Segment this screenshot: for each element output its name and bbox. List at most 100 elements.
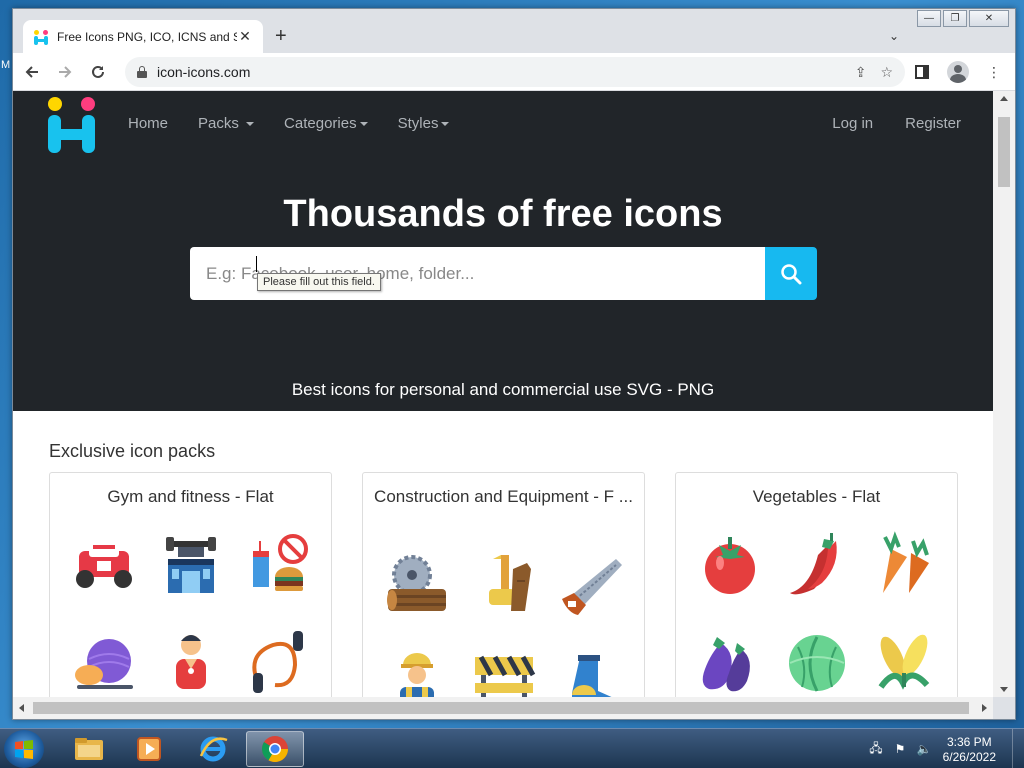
hero-subtitle: Best icons for personal and commercial u… [291, 380, 715, 399]
scroll-up-icon[interactable] [1000, 96, 1008, 101]
clock-time: 3:36 PM [946, 735, 992, 749]
profile-avatar-icon[interactable] [945, 59, 971, 85]
jump-rope-icon[interactable] [245, 629, 311, 695]
desktop-icon-label: M [1, 59, 11, 71]
text-cursor [256, 256, 257, 272]
rowing-machine-icon[interactable] [71, 533, 137, 599]
nav-categories-label: Categories [284, 115, 357, 132]
forward-arrow-icon [59, 65, 72, 78]
flag-alert-icon[interactable]: ⚑ [892, 741, 908, 757]
windows-logo-icon [15, 740, 33, 759]
lock-icon[interactable] [137, 66, 147, 78]
yoga-ball-icon[interactable] [71, 629, 137, 695]
show-desktop-button[interactable] [1012, 729, 1024, 768]
hand-saw-icon[interactable] [558, 551, 624, 617]
search-icon [781, 263, 802, 284]
back-button[interactable] [18, 58, 46, 86]
nav-home[interactable]: Home [128, 115, 168, 132]
browser-tab[interactable]: Free Icons PNG, ICO, ICNS and S ✕ [23, 20, 263, 53]
pack-title[interactable]: Vegetables - Flat [676, 473, 957, 508]
network-icon[interactable]: 🖧 [868, 741, 884, 757]
nav-categories[interactable]: Categories [284, 115, 368, 132]
side-panel-icon[interactable] [909, 59, 935, 85]
pack-card-vegetables[interactable]: Vegetables - Flat [675, 472, 958, 697]
nav-styles[interactable]: Styles [398, 115, 450, 132]
chainsaw-icon[interactable] [471, 551, 537, 617]
boot-icon[interactable] [558, 647, 624, 697]
nav-packs[interactable]: Packs [198, 115, 255, 132]
system-tray: 🖧 ⚑ 🔈 [868, 741, 932, 757]
caret-down-icon [359, 122, 368, 127]
cabbage-icon[interactable] [784, 627, 850, 693]
taskbar-ie[interactable] [184, 731, 242, 767]
scroll-right-icon[interactable] [982, 704, 987, 712]
pack-icons [60, 533, 321, 695]
scroll-thumb[interactable] [998, 117, 1010, 187]
worker-icon[interactable] [384, 647, 450, 697]
scroll-down-icon[interactable] [1000, 687, 1008, 692]
share-icon[interactable]: ⇪ [855, 64, 867, 81]
url-text[interactable]: icon-icons.com [157, 64, 841, 80]
login-link[interactable]: Log in [832, 115, 873, 132]
chrome-icon [261, 736, 289, 763]
scroll-left-icon[interactable] [19, 704, 24, 712]
forward-button[interactable] [51, 58, 79, 86]
clock[interactable]: 3:36 PM 6/26/2022 [943, 735, 996, 765]
start-button[interactable] [4, 730, 44, 768]
bookmark-star-icon[interactable]: ☆ [880, 64, 893, 81]
horizontal-scrollbar[interactable] [13, 697, 993, 719]
search-button[interactable] [765, 247, 817, 300]
close-tab-icon[interactable]: ✕ [237, 28, 253, 45]
pack-icons [373, 551, 634, 697]
tab-title: Free Icons PNG, ICO, ICNS and S [57, 29, 237, 44]
site-header: Home Packs Categories Styles Log in Regi… [13, 91, 993, 411]
volume-icon[interactable]: 🔈 [916, 741, 932, 757]
chili-pepper-icon[interactable] [784, 531, 850, 597]
menu-kebab-icon[interactable]: ⋮ [981, 59, 1007, 85]
saw-mill-icon[interactable] [384, 551, 450, 617]
media-player-icon [137, 737, 161, 761]
corn-icon[interactable] [871, 627, 937, 693]
no-junk-food-icon[interactable] [245, 533, 311, 599]
clock-date: 6/26/2022 [942, 750, 996, 764]
toolbar-right: ⋮ [909, 59, 1007, 85]
folder-icon [75, 738, 103, 760]
address-bar[interactable]: icon-icons.com ⇪ ☆ [125, 57, 905, 87]
barrier-icon[interactable] [471, 647, 537, 697]
pack-title[interactable]: Gym and fitness - Flat [50, 473, 331, 508]
scroll-thumb-horizontal[interactable] [33, 702, 969, 714]
gym-building-icon[interactable] [158, 533, 224, 599]
page-viewport: Home Packs Categories Styles Log in Regi… [13, 91, 993, 697]
browser-toolbar: icon-icons.com ⇪ ☆ ⋮ [13, 53, 1015, 91]
carrot-icon[interactable] [871, 531, 937, 597]
auth-nav: Log in Register [832, 115, 961, 132]
pack-title[interactable]: Construction and Equipment - F ... [363, 473, 644, 508]
tomato-icon[interactable] [697, 531, 763, 597]
caret-down-icon [441, 122, 450, 127]
back-arrow-icon [25, 65, 38, 78]
taskbar-media-player[interactable] [120, 731, 178, 767]
tab-search-chevron-icon[interactable]: ⌄ [889, 29, 899, 43]
reload-icon [92, 65, 104, 78]
eggplant-icon[interactable] [697, 627, 763, 693]
caret-down-icon [246, 122, 255, 127]
reload-button[interactable] [84, 58, 112, 86]
taskbar: 🖧 ⚑ 🔈 3:36 PM 6/26/2022 [0, 728, 1024, 768]
main-nav: Home Packs Categories Styles [128, 115, 450, 132]
register-link[interactable]: Register [905, 115, 961, 132]
new-tab-button[interactable]: + [275, 26, 287, 46]
pack-card-gym[interactable]: Gym and fitness - Flat [49, 472, 332, 697]
taskbar-explorer[interactable] [60, 731, 118, 767]
site-logo-icon[interactable] [48, 97, 96, 153]
hero-title: Thousands of free icons [283, 193, 723, 235]
browser-window: — ❐ ✕ Free Icons PNG, ICO, ICNS and S ✕ … [12, 8, 1016, 720]
taskbar-chrome[interactable] [246, 731, 304, 767]
tab-strip: Free Icons PNG, ICO, ICNS and S ✕ + ⌄ [13, 9, 1015, 53]
pack-card-construction[interactable]: Construction and Equipment - F ... [362, 472, 645, 697]
trainer-icon[interactable] [158, 629, 224, 695]
pack-icons [686, 531, 947, 693]
nav-styles-label: Styles [397, 115, 439, 132]
internet-explorer-icon [199, 736, 228, 762]
nav-packs-label: Packs [198, 115, 239, 132]
vertical-scrollbar[interactable] [993, 91, 1015, 697]
